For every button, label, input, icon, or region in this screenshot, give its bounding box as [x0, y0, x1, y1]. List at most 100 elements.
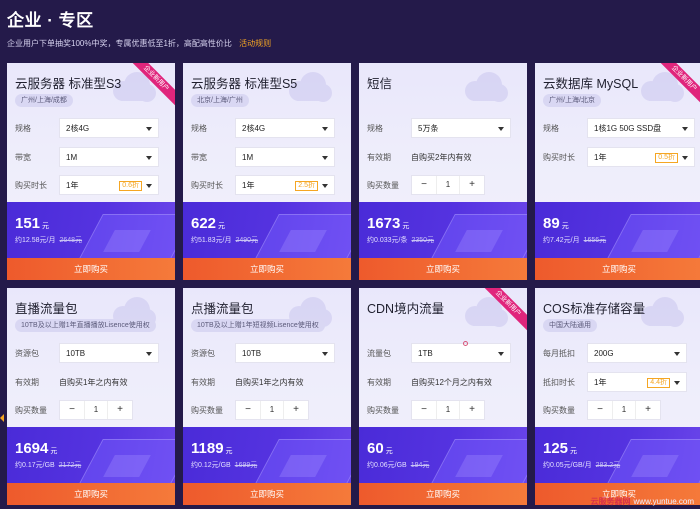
region-tag: 广州/上海/北京	[543, 94, 601, 107]
option-select[interactable]: 1年 4.4折	[587, 372, 687, 392]
price-currency: 元	[570, 448, 578, 455]
plus-icon[interactable]: +	[108, 401, 132, 419]
option-row: 有效期 自购买1年之内有效	[191, 372, 303, 392]
quantity-value[interactable]: 1	[612, 401, 636, 419]
option-row: 购买数量 −1 +	[367, 400, 485, 420]
option-select[interactable]: 1核1G 50G SSD盘	[587, 118, 695, 138]
quantity-stepper[interactable]: −1 +	[235, 400, 309, 420]
price-line: 622 元	[191, 215, 225, 233]
option-select[interactable]: 1M	[235, 147, 335, 167]
price-area: 151 元约12.58元/月 2648元	[7, 202, 175, 258]
price-detail: 约0.033元/条 2350元	[367, 235, 434, 245]
price-value: 125	[543, 440, 569, 457]
activity-rules-link[interactable]: 活动规则	[239, 39, 271, 48]
buy-now-button[interactable]: 立即购买	[359, 258, 527, 280]
validity-text: 自购买1年之内有效	[59, 377, 128, 387]
quantity-value[interactable]: 1	[436, 401, 460, 419]
minus-icon[interactable]: −	[236, 401, 260, 419]
chevron-down-icon	[146, 184, 152, 188]
price-area: 1189 元约0.12元/GB 1699元	[183, 427, 351, 483]
option-select[interactable]: 1年 2.5折	[235, 175, 335, 195]
option-select[interactable]: 10TB	[235, 343, 335, 363]
price-line: 1673 元	[367, 215, 409, 233]
chevron-down-icon	[322, 127, 328, 131]
row-label: 规格	[367, 123, 383, 133]
product-card: 云服务器 标准型S3 广州/上海/成都 企业新用户 规格 2核4G 带宽 1M 购买时长 1年 0…	[7, 63, 175, 280]
option-select[interactable]: 5万条	[411, 118, 511, 138]
option-select[interactable]: 1年 0.6折	[59, 175, 159, 195]
buy-now-button[interactable]: 立即购买	[7, 258, 175, 280]
quantity-value[interactable]: 1	[84, 401, 108, 419]
row-label: 流量包	[367, 348, 391, 358]
row-label: 购买数量	[367, 180, 399, 190]
original-price: 2490元	[235, 237, 259, 244]
minus-icon[interactable]: −	[412, 176, 436, 194]
quantity-stepper[interactable]: −1 +	[411, 175, 485, 195]
price-value: 1673	[367, 215, 401, 232]
unit-price: 约7.42元/月	[543, 237, 580, 244]
ribbon-label: 企业新用户	[657, 63, 700, 108]
region-tag: 北京/上海/广州	[191, 94, 249, 107]
discount-badge: 2.5折	[295, 181, 318, 191]
product-card: COS标准存储容量 中国大陆通用 每月抵扣 200G 抵扣时长 1年 4.4折 购买数量 −1 +…	[535, 288, 700, 505]
row-label: 购买时长	[543, 152, 575, 162]
quantity-stepper[interactable]: −1 +	[59, 400, 133, 420]
option-select[interactable]: 2核4G	[235, 118, 335, 138]
option-select[interactable]: 1M	[59, 147, 159, 167]
plus-icon[interactable]: +	[460, 176, 484, 194]
ribbon-label: 企业新用户	[481, 288, 527, 333]
select-value: 200G	[594, 348, 614, 358]
option-row: 规格 2核4G	[191, 118, 335, 138]
option-select[interactable]: 10TB	[59, 343, 159, 363]
price-value: 89	[543, 215, 560, 232]
quantity-value[interactable]: 1	[436, 176, 460, 194]
quantity-value[interactable]: 1	[260, 401, 284, 419]
option-row: 有效期 自购买1年之内有效	[15, 372, 127, 392]
original-price: 283.2元	[595, 462, 621, 469]
product-card: 云服务器 标准型S5 北京/上海/广州 规格 2核4G 带宽 1M 购买时长 1年 2.5折 62…	[183, 63, 351, 280]
product-card: 云数据库 MySQL 广州/上海/北京 企业新用户 规格 1核1G 50G SSD盘 购买…	[535, 63, 700, 280]
option-row: 购买时长 1年 2.5折	[191, 175, 335, 195]
unit-price: 约12.58元/月	[15, 237, 56, 244]
card-title: CDN境内流量	[367, 302, 445, 316]
quantity-stepper[interactable]: −1 +	[411, 400, 485, 420]
option-select[interactable]: 1TB	[411, 343, 511, 363]
buy-now-button[interactable]: 立即购买	[535, 258, 700, 280]
price-detail: 约51.83元/月 2490元	[191, 235, 258, 245]
row-label: 规格	[15, 123, 31, 133]
buy-now-button[interactable]: 立即购买	[183, 483, 351, 505]
buy-now-button[interactable]: 立即购买	[359, 483, 527, 505]
minus-icon[interactable]: −	[588, 401, 612, 419]
plus-icon[interactable]: +	[636, 401, 660, 419]
cloud-decoration-icon	[465, 72, 508, 102]
minus-icon[interactable]: −	[60, 401, 84, 419]
row-label: 购买数量	[367, 405, 399, 415]
option-select[interactable]: 2核4G	[59, 118, 159, 138]
quantity-stepper[interactable]: −1 +	[587, 400, 661, 420]
cursor-ring-icon	[463, 341, 468, 346]
option-select[interactable]: 200G	[587, 343, 687, 363]
plus-icon[interactable]: +	[460, 401, 484, 419]
buy-now-button[interactable]: 立即购买	[7, 483, 175, 505]
original-price: 1699元	[234, 462, 258, 469]
select-value: 1年	[594, 152, 607, 162]
minus-icon[interactable]: −	[412, 401, 436, 419]
row-label: 规格	[191, 123, 207, 133]
select-value: 1年	[594, 377, 607, 387]
buy-now-button[interactable]: 立即购买	[183, 258, 351, 280]
select-value: 1TB	[418, 348, 433, 358]
chevron-down-icon	[146, 156, 152, 160]
new-user-ribbon: 企业新用户	[657, 63, 700, 109]
validity-text: 自购买12个月之内有效	[411, 377, 492, 387]
option-row: 资源包 10TB	[191, 343, 335, 363]
option-select[interactable]: 1年 0.5折	[587, 147, 695, 167]
row-label: 带宽	[15, 152, 31, 162]
option-row: 购买数量 −1 +	[191, 400, 309, 420]
option-row: 资源包 10TB	[15, 343, 159, 363]
option-row: 规格 2核4G	[15, 118, 159, 138]
unit-price: 约0.05元/GB/月	[543, 462, 592, 469]
plus-icon[interactable]: +	[284, 401, 308, 419]
prev-arrow-icon[interactable]	[0, 414, 4, 422]
price-currency: 元	[402, 223, 410, 230]
row-label: 购买数量	[15, 405, 47, 415]
